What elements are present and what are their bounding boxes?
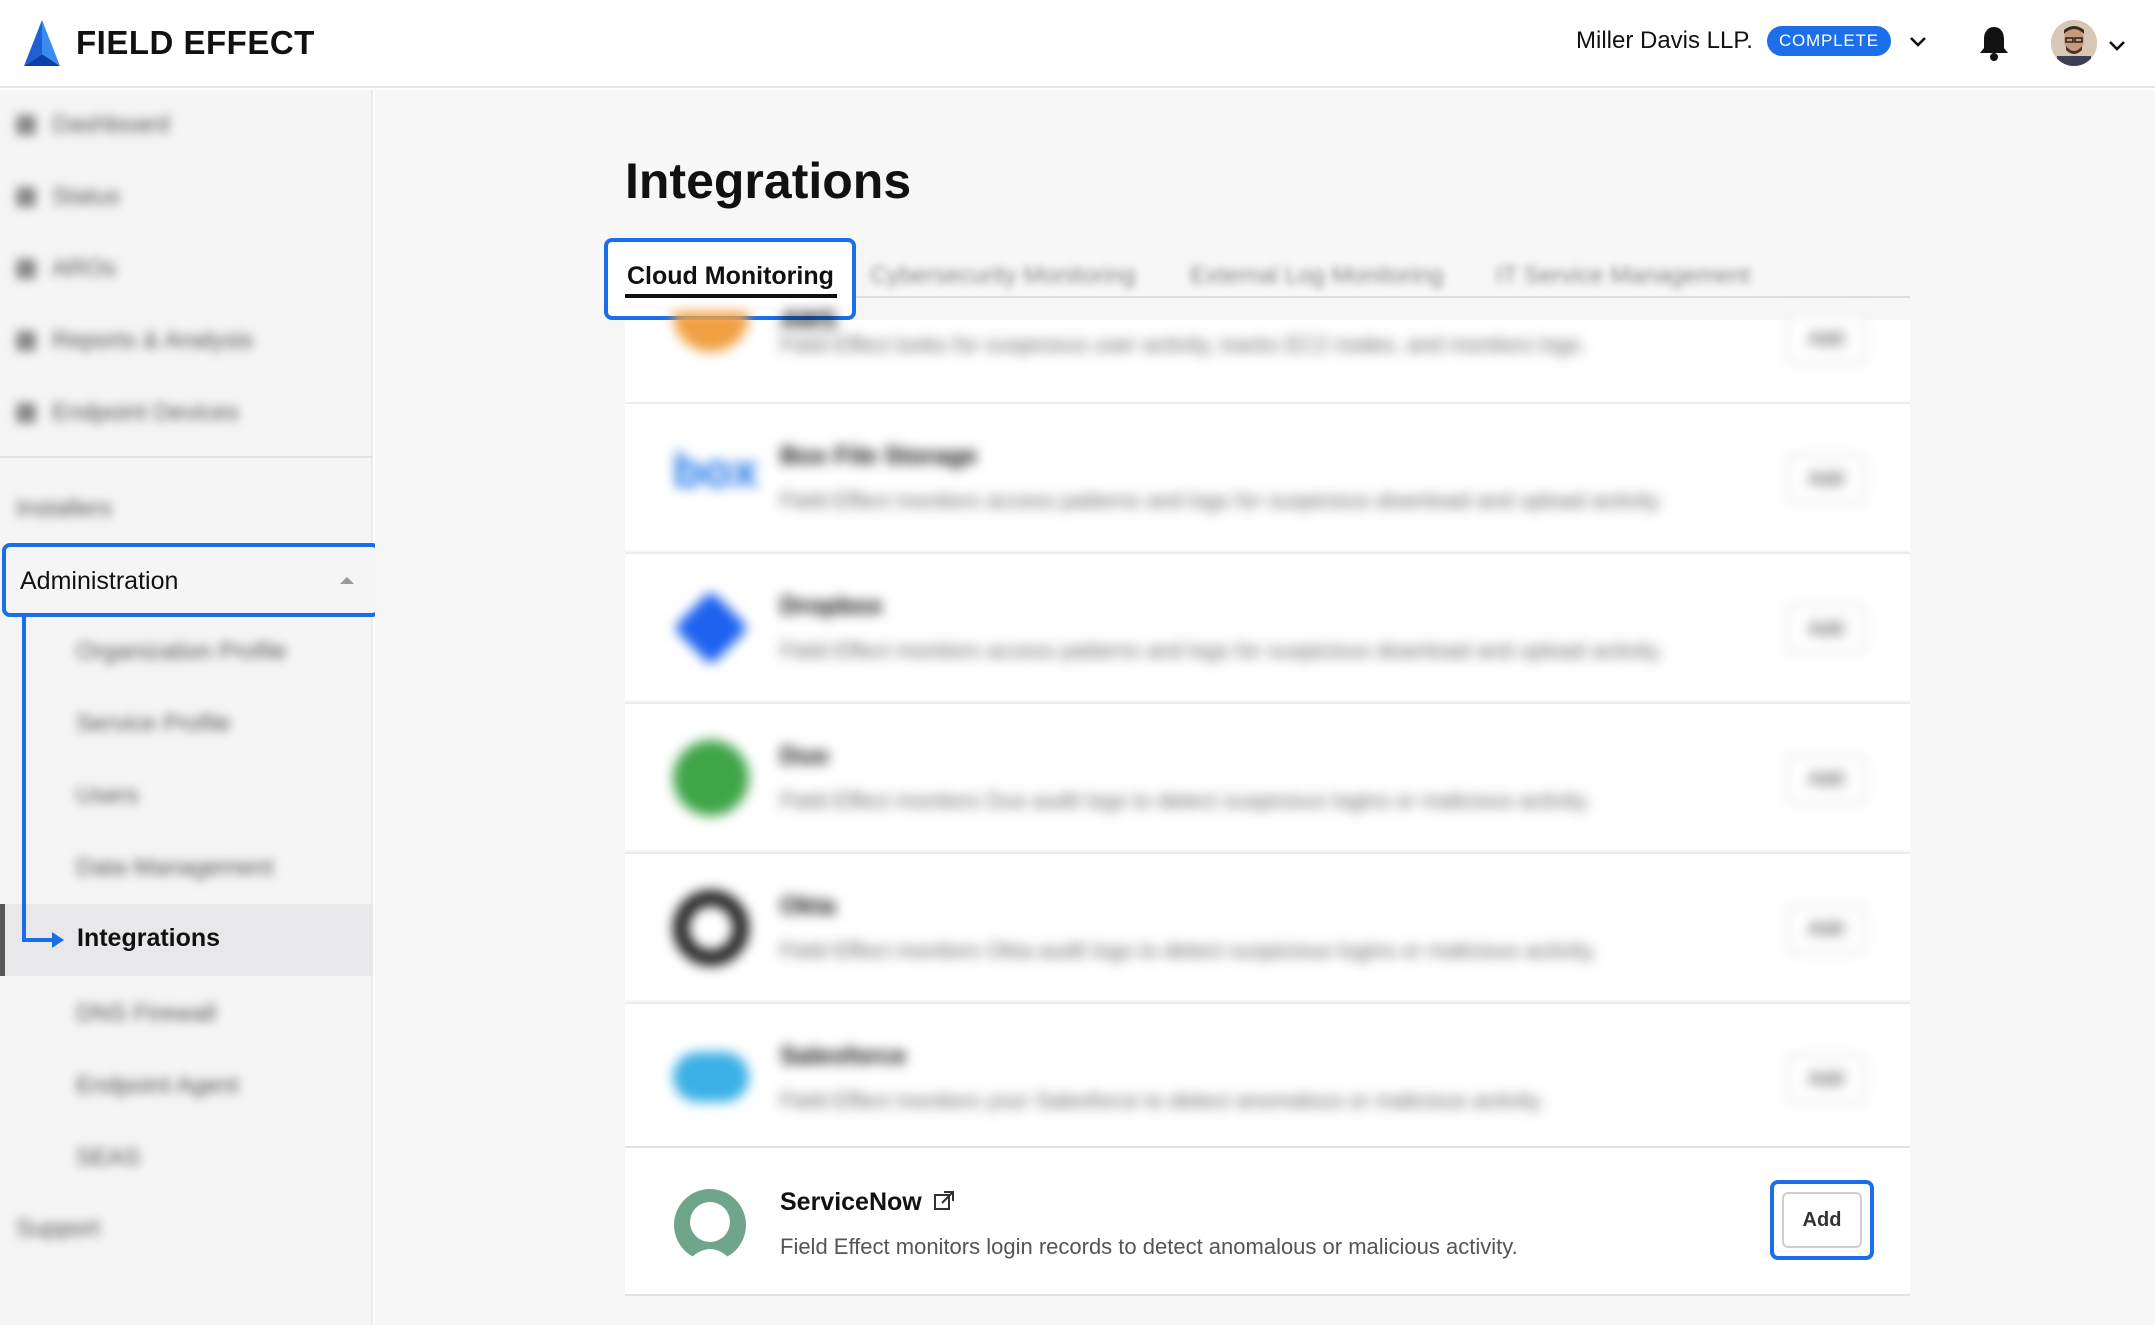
sidebar-item-endpoint-devices[interactable]: Endpoint Devices xyxy=(0,378,373,448)
reports-icon xyxy=(16,331,36,351)
org-name: Miller Davis LLP. xyxy=(1576,27,1753,54)
sidebar-item-label: Support xyxy=(16,1215,101,1242)
page-title: Integrations xyxy=(625,153,912,209)
sidebar-item-service-profile[interactable]: Service Profile xyxy=(76,710,231,738)
sidebar-item-label: Integrations xyxy=(77,924,221,952)
sidebar-item-data-management[interactable]: Data Management xyxy=(76,854,273,882)
integration-card-dropbox: Dropbox Field Effect monitors access pat… xyxy=(625,552,1910,700)
integration-description: Field Effect looks for suspicious user a… xyxy=(780,332,1587,357)
avatar[interactable] xyxy=(2051,20,2097,66)
sidebar-item-endpoint-agent[interactable]: Endpoint Agent xyxy=(76,1072,239,1100)
integration-name: Dropbox xyxy=(780,592,883,620)
sidebar-item-installers[interactable]: Installers xyxy=(0,474,373,544)
add-button[interactable]: Add xyxy=(1786,1054,1866,1104)
dropbox-logo-icon xyxy=(673,590,749,666)
sidebar-item-dashboard[interactable]: Dashboard xyxy=(0,90,373,160)
servicenow-logo-icon xyxy=(674,1189,746,1262)
aro-icon xyxy=(16,259,36,279)
chevron-down-icon[interactable] xyxy=(1907,30,1929,52)
tab-cybersecurity-monitoring[interactable]: Cybersecurity Monitoring xyxy=(870,262,1135,290)
integration-description: Field Effect monitors Duo audit logs to … xyxy=(780,788,1592,813)
sidebar-item-reports[interactable]: Reports & Analysis xyxy=(0,306,373,376)
add-button[interactable]: Add xyxy=(1786,314,1866,364)
integration-name: Duo xyxy=(780,742,829,770)
external-link-icon[interactable] xyxy=(933,1190,955,1212)
integration-card-servicenow: ServiceNow Field Effect monitors login r… xyxy=(625,1146,1910,1296)
tab-label: Cloud Monitoring xyxy=(627,262,834,290)
sidebar: Dashboard Status AROs Reports & Analysis… xyxy=(0,90,373,1325)
okta-logo-icon xyxy=(673,890,749,966)
box-logo-icon: box xyxy=(673,445,759,498)
sidebar-item-label: Status xyxy=(52,183,121,210)
sidebar-item-users[interactable]: Users xyxy=(76,782,139,810)
integration-name: Salesforce xyxy=(780,1042,907,1070)
active-tab-indicator xyxy=(625,294,837,298)
aws-logo-icon xyxy=(673,312,749,352)
sidebar-item-seas[interactable]: SEAS xyxy=(76,1144,140,1172)
integration-description: Field Effect monitors your Salesforce to… xyxy=(780,1088,1545,1113)
sidebar-item-label: Administration xyxy=(20,567,179,595)
dashboard-icon xyxy=(16,115,36,135)
top-header: FIELD EFFECT Miller Davis LLP. COMPLETE xyxy=(0,0,2155,88)
add-servicenow-button[interactable]: Add xyxy=(1782,1192,1862,1248)
arrow-right-icon xyxy=(52,932,64,948)
devices-icon xyxy=(16,403,36,423)
caret-up-icon xyxy=(340,577,354,584)
user-avatar-icon xyxy=(2051,20,2097,66)
status-badge: COMPLETE xyxy=(1766,26,1891,56)
integration-description: Field Effect monitors access patterns an… xyxy=(780,638,1664,663)
integration-description: Field Effect monitors access patterns an… xyxy=(780,488,1664,513)
logo-text: FIELD EFFECT xyxy=(76,24,315,61)
field-effect-logo-icon xyxy=(24,20,60,66)
integration-card-salesforce: Salesforce Field Effect monitors your Sa… xyxy=(625,1002,1910,1150)
integration-card-duo: Duo Field Effect monitors Duo audit logs… xyxy=(625,702,1910,850)
integration-card-okta: Okta Field Effect monitors Okta audit lo… xyxy=(625,852,1910,1000)
integration-card-aws: AWS Field Effect looks for suspicious us… xyxy=(625,306,1910,402)
integration-card-box: box Box File Storage Field Effect monito… xyxy=(625,402,1910,550)
sidebar-item-support[interactable]: Support xyxy=(0,1194,373,1264)
sidebar-divider xyxy=(0,456,373,458)
add-button[interactable]: Add xyxy=(1786,904,1866,954)
duo-logo-icon xyxy=(673,740,749,816)
field-effect-logo[interactable]: FIELD EFFECT xyxy=(20,18,315,68)
chevron-down-icon[interactable] xyxy=(2106,34,2128,56)
integration-description: Field Effect monitors Okta audit logs to… xyxy=(780,938,1598,963)
tab-it-service-management[interactable]: IT Service Management xyxy=(1496,262,1750,290)
sidebar-item-label: AROs xyxy=(52,255,117,282)
sidebar-item-status[interactable]: Status xyxy=(0,162,373,232)
tab-external-log-monitoring[interactable]: External Log Monitoring xyxy=(1190,262,1443,290)
tree-connector xyxy=(22,617,26,942)
tree-connector xyxy=(22,938,56,942)
integration-description: Field Effect monitors login records to d… xyxy=(780,1234,1518,1259)
sidebar-item-label: Reports & Analysis xyxy=(52,327,254,354)
integration-name: AWS xyxy=(780,306,837,334)
sidebar-item-label: Endpoint Devices xyxy=(52,399,239,426)
status-icon xyxy=(16,187,36,207)
salesforce-logo-icon xyxy=(673,1052,749,1102)
sidebar-item-aros[interactable]: AROs xyxy=(0,234,373,304)
org-switcher[interactable]: Miller Davis LLP. COMPLETE xyxy=(1576,26,1929,56)
add-button[interactable]: Add xyxy=(1786,454,1866,504)
sidebar-item-dns-firewall[interactable]: DNS Firewall xyxy=(76,1000,216,1028)
integration-name: Box File Storage xyxy=(780,442,978,470)
bell-icon[interactable] xyxy=(1977,24,2011,62)
sidebar-item-label: Dashboard xyxy=(52,111,170,138)
integration-name: Okta xyxy=(780,892,836,920)
sidebar-item-label: Installers xyxy=(16,495,113,522)
add-button[interactable]: Add xyxy=(1786,754,1866,804)
sidebar-item-administration[interactable]: Administration xyxy=(2,543,380,617)
sidebar-item-organization-profile[interactable]: Organization Profile xyxy=(76,638,287,666)
add-button[interactable]: Add xyxy=(1786,604,1866,654)
integration-name: ServiceNow xyxy=(780,1188,922,1216)
